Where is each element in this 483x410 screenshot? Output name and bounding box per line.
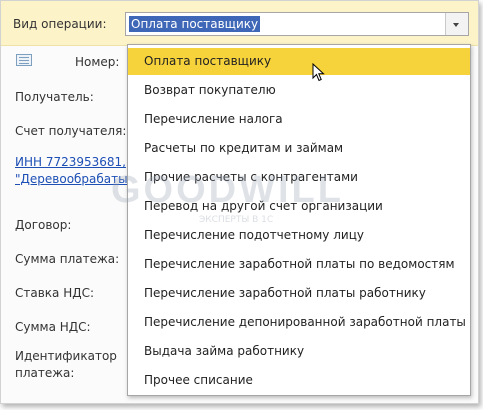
operation-type-value[interactable]: Оплата поставщику (129, 16, 261, 32)
dropdown-item-other-counterparty[interactable]: Прочие расчеты с контрагентами (128, 164, 470, 191)
dropdown-item-other-writeoff[interactable]: Прочее списание (128, 367, 470, 394)
dropdown-item-tax-transfer[interactable]: Перечисление налога (128, 106, 470, 133)
operation-type-dropdown-list[interactable]: Оплата поставщику Возврат покупателю Пер… (127, 44, 471, 396)
recipient-label: Получатель: (15, 90, 94, 104)
dropdown-item-customer-refund[interactable]: Возврат покупателю (128, 77, 470, 104)
mouse-cursor-icon (312, 63, 325, 82)
dropdown-item-transfer-own-account[interactable]: Перевод на другой счет организации (128, 193, 470, 220)
inn-link-line-2[interactable]: "Деревообрабаты (15, 171, 128, 188)
payment-id-label-line-2: платежа: (15, 366, 75, 380)
dropdown-item-salary-employee[interactable]: Перечисление заработной платы работнику (128, 280, 470, 307)
contract-label: Договор: (15, 218, 72, 232)
dropdown-item-employee-loan[interactable]: Выдача займа работнику (128, 338, 470, 365)
dropdown-item-accountable-person[interactable]: Перечисление подотчетному лицу (128, 222, 470, 249)
number-label: Номер: (75, 55, 120, 69)
dropdown-button[interactable] (445, 13, 468, 35)
payment-sum-label: Сумма платежа: (15, 252, 120, 266)
chevron-down-icon (453, 23, 459, 27)
vat-sum-label: Сумма НДС: (15, 320, 91, 334)
dropdown-item-salary-statements[interactable]: Перечисление заработной платы по ведомос… (128, 251, 470, 278)
payment-id-label-line-1: Идентификатор (15, 349, 117, 363)
operation-type-label: Вид операции: (13, 17, 107, 31)
payment-order-form: Вид операции: Оплата поставщику Номер: П… (0, 0, 479, 404)
document-icon[interactable] (16, 54, 32, 66)
recipient-inn-link[interactable]: ИНН 7723953681, "Деревообрабаты (15, 154, 128, 188)
recipient-account-label: Счет получателя: (15, 124, 127, 138)
inn-link-line-1[interactable]: ИНН 7723953681, (15, 154, 128, 171)
dropdown-item-supplier-payment[interactable]: Оплата поставщику (128, 48, 470, 75)
operation-type-combobox[interactable]: Оплата поставщику (125, 12, 469, 36)
vat-rate-label: Ставка НДС: (15, 286, 95, 300)
dropdown-item-deposited-salary[interactable]: Перечисление депонированной заработной п… (128, 309, 470, 336)
dropdown-item-loans[interactable]: Расчеты по кредитам и займам (128, 135, 470, 162)
